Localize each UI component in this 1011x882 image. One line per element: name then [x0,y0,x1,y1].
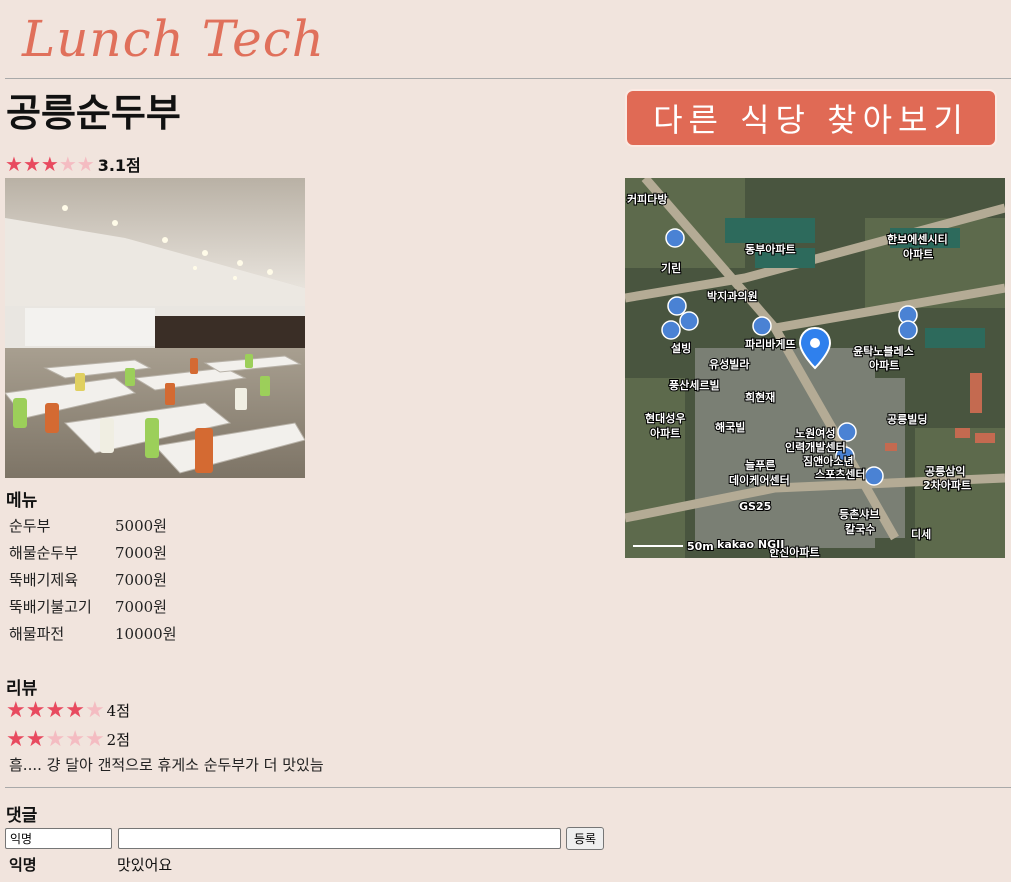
menu-heading: 메뉴 [6,491,38,511]
review-stars: ★★★★★ [6,726,105,752]
svg-text:동부아파트: 동부아파트 [745,242,796,256]
star-empty-icon: ★ [84,697,105,723]
star-empty-icon: ★ [58,151,77,176]
star-empty-icon: ★ [84,726,105,752]
svg-text:등촌샤브: 등촌샤브 [839,507,879,521]
menu-table: 순두부 5000원 해물순두부 7000원 뚝배기제육 7000원 뚝배기불고기 700… [6,512,180,647]
map-scale: 50m [687,540,714,553]
comments-heading: 댓글 [6,806,38,826]
svg-text:한보에센시티: 한보에센시티 [887,232,948,246]
comment-submit-button[interactable]: 등록 [566,827,605,850]
star-empty-icon: ★ [45,726,66,752]
rating-stars: ★★★★★ [5,154,95,175]
comment-author: 익명 [9,856,37,874]
menu-item-price: 7000원 [115,571,167,589]
svg-text:파리바게뜨: 파리바게뜨 [745,337,796,351]
menu-item-name: 뚝배기제육 [9,571,79,589]
section-divider [5,787,1011,788]
svg-text:유성빌라: 유성빌라 [709,357,750,371]
restaurant-rating: ★★★★★ 3.1점 [5,152,141,176]
menu-item-name: 뚝배기불고기 [9,598,92,616]
svg-text:데이케어센터: 데이케어센터 [729,473,790,487]
review-heading: 리뷰 [6,679,38,699]
comment-item: 익명 맛있어요 [9,854,172,875]
svg-text:현대성우: 현대성우 [645,411,685,425]
svg-text:설빙: 설빙 [671,341,691,355]
svg-text:박지과의원: 박지과의원 [707,289,758,303]
review-item: ★★★★★ 4점 [6,697,131,723]
review-score: 2점 [106,731,131,749]
menu-item-name: 해물순두부 [9,544,79,562]
svg-text:아파트: 아파트 [903,247,933,261]
menu-row: 해물파전 10000원 [6,620,180,647]
location-map[interactable]: 커피다방 동부아파트 한보에센시티 아파트 기린 박지과의원 파리바게뜨 설빙 … [625,178,1005,558]
svg-text:짐앤아소년: 짐앤아소년 [803,454,854,468]
restaurant-photo [5,178,305,478]
menu-item-price: 10000원 [115,625,177,643]
review-stars: ★★★★★ [6,697,105,723]
svg-text:풍산세르빌: 풍산세르빌 [669,378,720,392]
svg-text:늘푸른: 늘푸른 [745,459,775,472]
menu-item-price: 5000원 [115,517,167,535]
svg-text:기린: 기린 [661,261,681,275]
menu-row: 해물순두부 7000원 [6,539,180,566]
svg-text:디세: 디세 [911,527,931,541]
svg-text:공릉삼익: 공릉삼익 [925,464,965,478]
star-empty-icon: ★ [76,151,95,176]
comment-form: 등록 [5,827,605,850]
logo[interactable]: Lunch Tech [22,8,325,70]
svg-text:윤탁노블레스: 윤탁노블레스 [853,344,914,358]
star-filled-icon: ★ [6,726,26,752]
menu-item-name: 순두부 [9,517,51,535]
comment-author-input[interactable] [5,828,112,849]
star-empty-icon: ★ [65,726,85,752]
star-filled-icon: ★ [5,151,23,176]
cafeteria-photo-image [5,178,305,478]
svg-text:아파트: 아파트 [650,426,680,440]
svg-text:희현재: 희현재 [745,390,775,404]
star-filled-icon: ★ [25,697,46,723]
comment-text: 맛있어요 [117,856,173,874]
svg-text:커피다방: 커피다방 [627,192,667,206]
comment-text-input[interactable] [118,828,561,849]
svg-text:아파트: 아파트 [869,358,899,372]
review-text: 흠.... 걍 달아 갠적으로 휴게소 순두부가 더 맛있늠 [9,756,324,774]
rating-value: 3.1점 [97,156,141,175]
menu-row: 순두부 5000원 [6,512,180,539]
star-filled-icon: ★ [45,697,66,723]
menu-row: 뚝배기불고기 7000원 [6,593,180,620]
menu-item-name: 해물파전 [9,625,65,643]
menu-item-price: 7000원 [115,598,167,616]
map-attribution: kakao NGII [717,538,784,551]
svg-text:GS25: GS25 [739,500,771,513]
review-item: ★★★★★ 2점 [6,726,131,752]
star-filled-icon: ★ [65,697,85,723]
menu-item-price: 7000원 [115,544,167,562]
review-score: 4점 [106,702,131,720]
find-other-restaurant-button[interactable]: 다른 식당 찾아보기 [625,89,997,147]
star-filled-icon: ★ [25,726,46,752]
star-filled-icon: ★ [40,151,59,176]
svg-text:2차아파트: 2차아파트 [923,478,971,492]
menu-row: 뚝배기제육 7000원 [6,566,180,593]
svg-text:칼국수: 칼국수 [845,523,875,536]
header-divider [5,78,1011,79]
restaurant-name: 공릉순두부 [6,91,181,135]
svg-text:공릉빌딩: 공릉빌딩 [887,412,927,426]
star-filled-icon: ★ [6,697,26,723]
svg-text:노원여성: 노원여성 [795,426,835,440]
svg-text:해국빌: 해국빌 [715,420,745,434]
svg-text:인력개발센터: 인력개발센터 [785,440,846,454]
star-filled-icon: ★ [22,151,41,176]
svg-text:스포츠센터: 스포츠센터 [815,467,866,481]
satellite-map-image: 커피다방 동부아파트 한보에센시티 아파트 기린 박지과의원 파리바게뜨 설빙 … [625,178,1005,558]
